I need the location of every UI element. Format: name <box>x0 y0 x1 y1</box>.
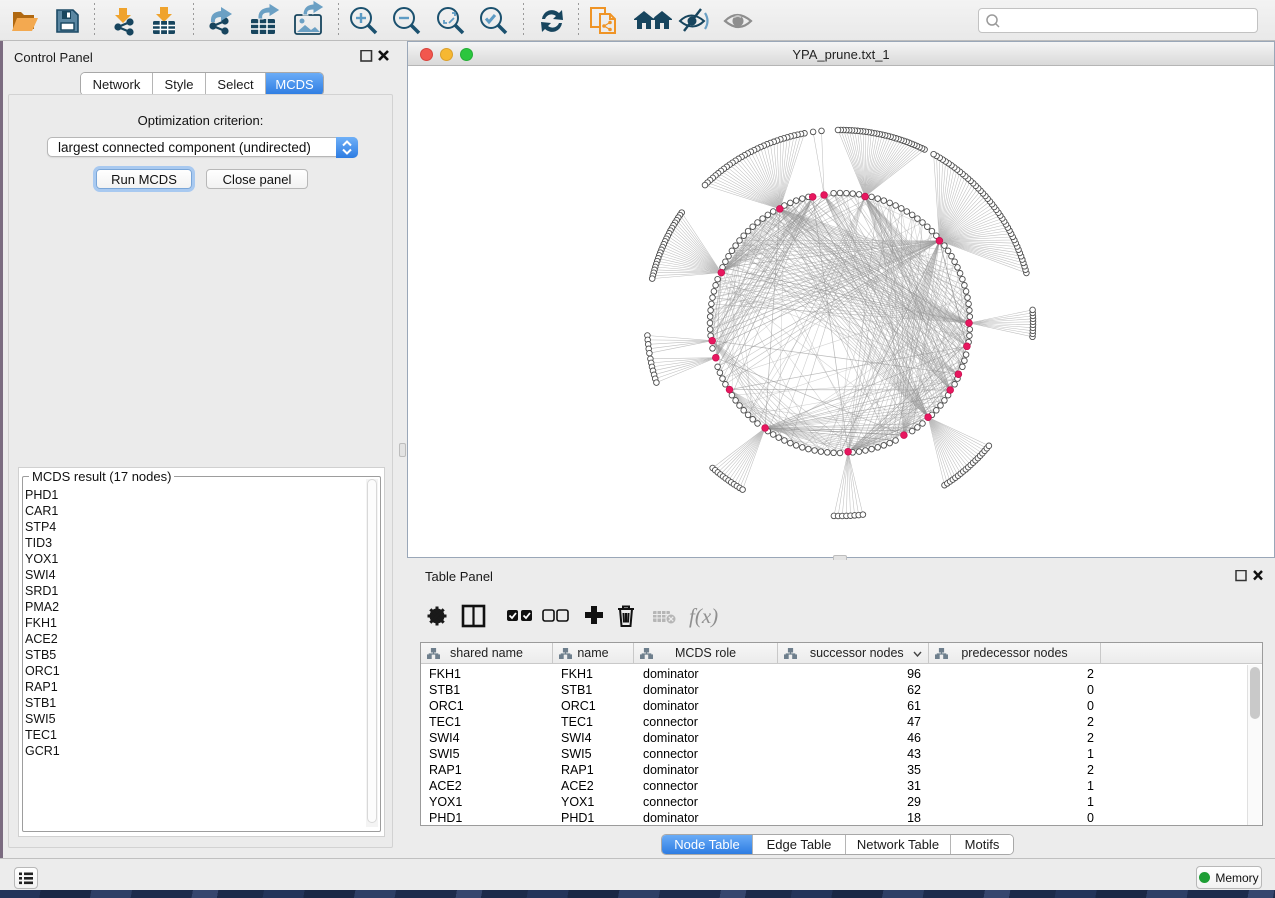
svg-text:f(x): f(x) <box>689 604 718 628</box>
